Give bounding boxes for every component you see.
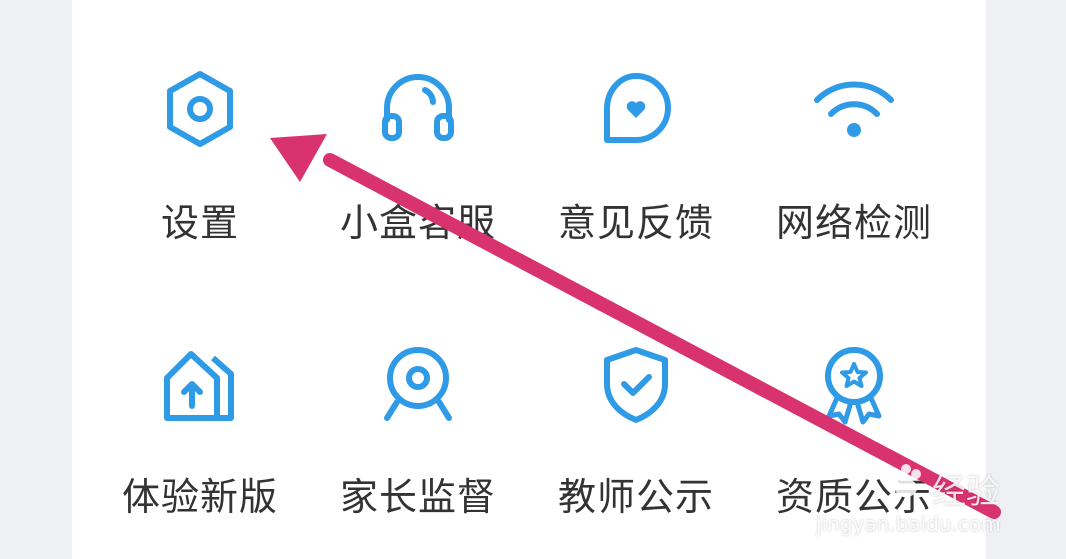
network-check-label: 网络检测 <box>775 201 932 245</box>
new-version-label: 体验新版 <box>121 475 278 519</box>
customer-service-label: 小盒客服 <box>339 201 496 245</box>
menu-card: 设置 小盒客服 意见反馈 网络检测 体验新版 家长监督 教师公示 资质公示 <box>72 0 986 559</box>
new-version-house-icon <box>155 340 245 430</box>
qualification-notice-item[interactable]: 资质公示 <box>744 0 964 519</box>
award-medal-icon <box>809 340 899 430</box>
feedback-label: 意见反馈 <box>557 201 714 245</box>
shield-check-icon <box>591 340 681 430</box>
teacher-notice-item[interactable]: 教师公示 <box>526 0 746 519</box>
teacher-notice-label: 教师公示 <box>557 475 714 519</box>
qualification-notice-label: 资质公示 <box>775 475 932 519</box>
parent-supervision-item[interactable]: 家长监督 <box>308 0 528 519</box>
parent-supervision-label: 家长监督 <box>339 475 496 519</box>
settings-label: 设置 <box>160 201 239 245</box>
webcam-icon <box>373 340 463 430</box>
new-version-item[interactable]: 体验新版 <box>90 0 310 519</box>
